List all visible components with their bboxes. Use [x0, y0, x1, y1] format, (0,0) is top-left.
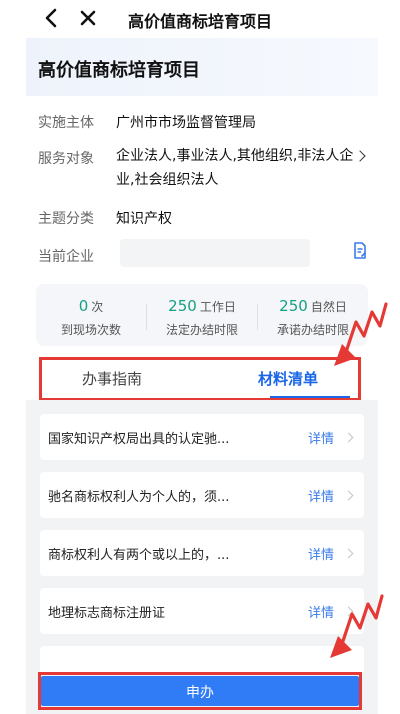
list-item[interactable]: 驰名商标权利人为个人的，须... 详情: [40, 472, 364, 518]
chevron-right-icon: [343, 490, 354, 501]
detail-link[interactable]: 详情: [308, 486, 334, 505]
company-label: 当前企业: [38, 249, 94, 265]
detail-link[interactable]: 详情: [308, 544, 334, 563]
stats-panel: 0次 到现场次数 250 工作日 法定办结时限 250 自然日 承诺办结时限: [36, 284, 368, 346]
tab-guide[interactable]: 办事指南: [82, 368, 142, 389]
apply-button-label: 申办: [186, 685, 214, 701]
material-name: 商标权利人有两个或以上的，...: [48, 548, 230, 563]
header-band: 高价值商标培育项目: [26, 38, 378, 96]
stat-legal-label: 法定办结时限: [165, 323, 238, 337]
detail-link[interactable]: 详情: [308, 428, 334, 447]
chevron-right-icon: [343, 548, 354, 559]
list-item[interactable]: 商标权利人有两个或以上的，... 详情: [40, 530, 364, 576]
stat-visits-number: 0: [78, 297, 89, 315]
company-value-redacted: [120, 239, 310, 267]
stat-visits-unit: 次: [91, 300, 104, 314]
active-tab-indicator: [270, 396, 350, 398]
implementer-value: 广州市市场监督管理局: [116, 115, 256, 131]
material-name: 驰名商标权利人为个人的，须...: [48, 490, 230, 505]
list-item[interactable]: 国家知识产权局出具的认定驰... 详情: [40, 414, 364, 460]
tab-materials[interactable]: 材料清单: [258, 368, 318, 389]
category-label: 主题分类: [38, 211, 94, 227]
annotation-arrow-icon: [334, 302, 388, 366]
tab-bar: 办事指南 材料清单: [40, 356, 360, 400]
page-title: 高价值商标培育项目: [38, 60, 200, 81]
material-name: 地理标志商标注册证: [48, 606, 166, 621]
nav-bar: 高价值商标培育项目: [0, 0, 400, 36]
stat-visits-label: 到现场次数: [60, 323, 121, 337]
nav-title: 高价值商标培育项目: [127, 12, 272, 31]
target-value: 企业法人,事业法人,其他组织,非法人企业,社会组织法人: [116, 148, 354, 188]
implementer-label: 实施主体: [38, 115, 94, 131]
stat-legal-number: 250: [168, 297, 197, 315]
category-value: 知识产权: [116, 211, 172, 227]
annotation-arrow-icon: [330, 594, 384, 658]
target-label: 服务对象: [38, 151, 94, 167]
stat-promised-number: 250: [279, 297, 308, 315]
chevron-right-icon: [343, 432, 354, 443]
document-edit-icon[interactable]: [352, 242, 368, 260]
stat-visits: 0次 到现场次数: [36, 296, 146, 338]
material-name: 国家知识产权局出具的认定驰...: [48, 432, 230, 447]
stat-legal-unit: 工作日: [199, 300, 236, 314]
stat-legal-limit: 250 工作日 法定办结时限: [147, 296, 257, 338]
apply-button[interactable]: 申办: [41, 676, 359, 706]
